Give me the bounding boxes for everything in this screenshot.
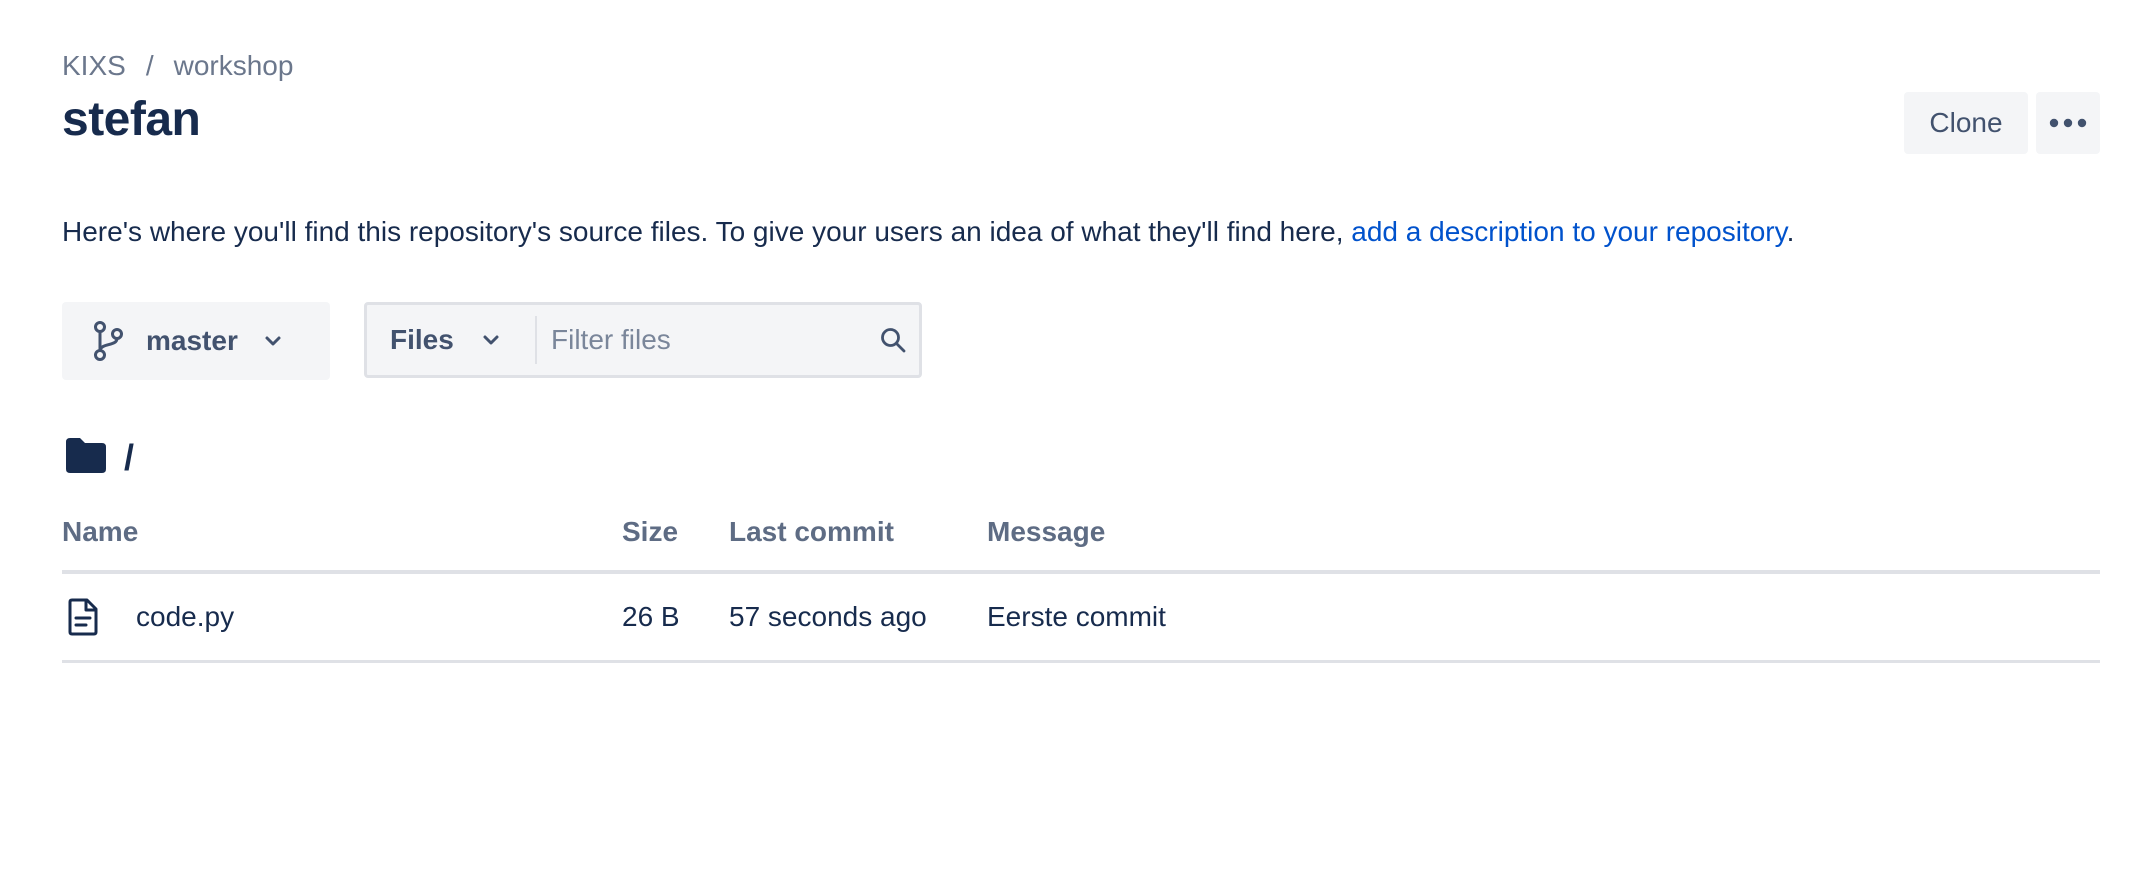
- file-name-cell: code.py: [62, 572, 622, 663]
- chevron-down-icon: [482, 334, 500, 346]
- branch-icon: [92, 321, 124, 361]
- file-filter: Files: [364, 302, 922, 378]
- add-description-link[interactable]: add a description to your repository: [1351, 216, 1786, 247]
- breadcrumb: KIXS / workshop: [62, 50, 293, 82]
- column-header-last-commit[interactable]: Last commit: [729, 516, 987, 574]
- file-size: 26 B: [622, 572, 729, 663]
- more-horizontal-icon: [2049, 118, 2087, 128]
- branch-selector[interactable]: master: [62, 302, 330, 380]
- table-header-row: Name Size Last commit Message: [62, 516, 2100, 574]
- filter-divider: [535, 316, 537, 364]
- file-name-link[interactable]: code.py: [136, 601, 234, 633]
- chevron-down-icon: [264, 335, 282, 347]
- column-header-size[interactable]: Size: [622, 516, 729, 574]
- repository-description: Here's where you'll find this repository…: [62, 216, 1794, 248]
- breadcrumb-project[interactable]: KIXS: [62, 50, 126, 82]
- table-row[interactable]: code.py 26 B 57 seconds ago Eerste commi…: [62, 572, 2100, 663]
- branch-name: master: [146, 325, 238, 356]
- page: KIXS / workshop stefan Clone Here's wher…: [0, 0, 2148, 890]
- filter-mode-dropdown[interactable]: Files: [367, 324, 535, 356]
- current-path: /: [64, 436, 134, 479]
- file-last-commit: 57 seconds ago: [729, 572, 987, 663]
- file-table: Name Size Last commit Message code.py 26…: [62, 516, 2100, 663]
- more-actions-button[interactable]: [2036, 92, 2100, 154]
- description-text: Here's where you'll find this repository…: [62, 216, 1352, 247]
- description-suffix: .: [1786, 216, 1795, 247]
- page-title: stefan: [62, 93, 201, 146]
- file-icon: [68, 598, 98, 636]
- search-icon[interactable]: [879, 326, 907, 354]
- path-root: /: [124, 436, 135, 478]
- folder-icon: [64, 436, 108, 479]
- filter-files-input[interactable]: [549, 323, 873, 357]
- clone-button[interactable]: Clone: [1904, 92, 2028, 154]
- filter-mode-label: Files: [390, 324, 454, 355]
- breadcrumb-repo[interactable]: workshop: [174, 50, 294, 82]
- column-header-name[interactable]: Name: [62, 516, 622, 574]
- column-header-message[interactable]: Message: [987, 516, 2100, 574]
- breadcrumb-separator: /: [145, 50, 154, 81]
- file-commit-message: Eerste commit: [987, 572, 2100, 663]
